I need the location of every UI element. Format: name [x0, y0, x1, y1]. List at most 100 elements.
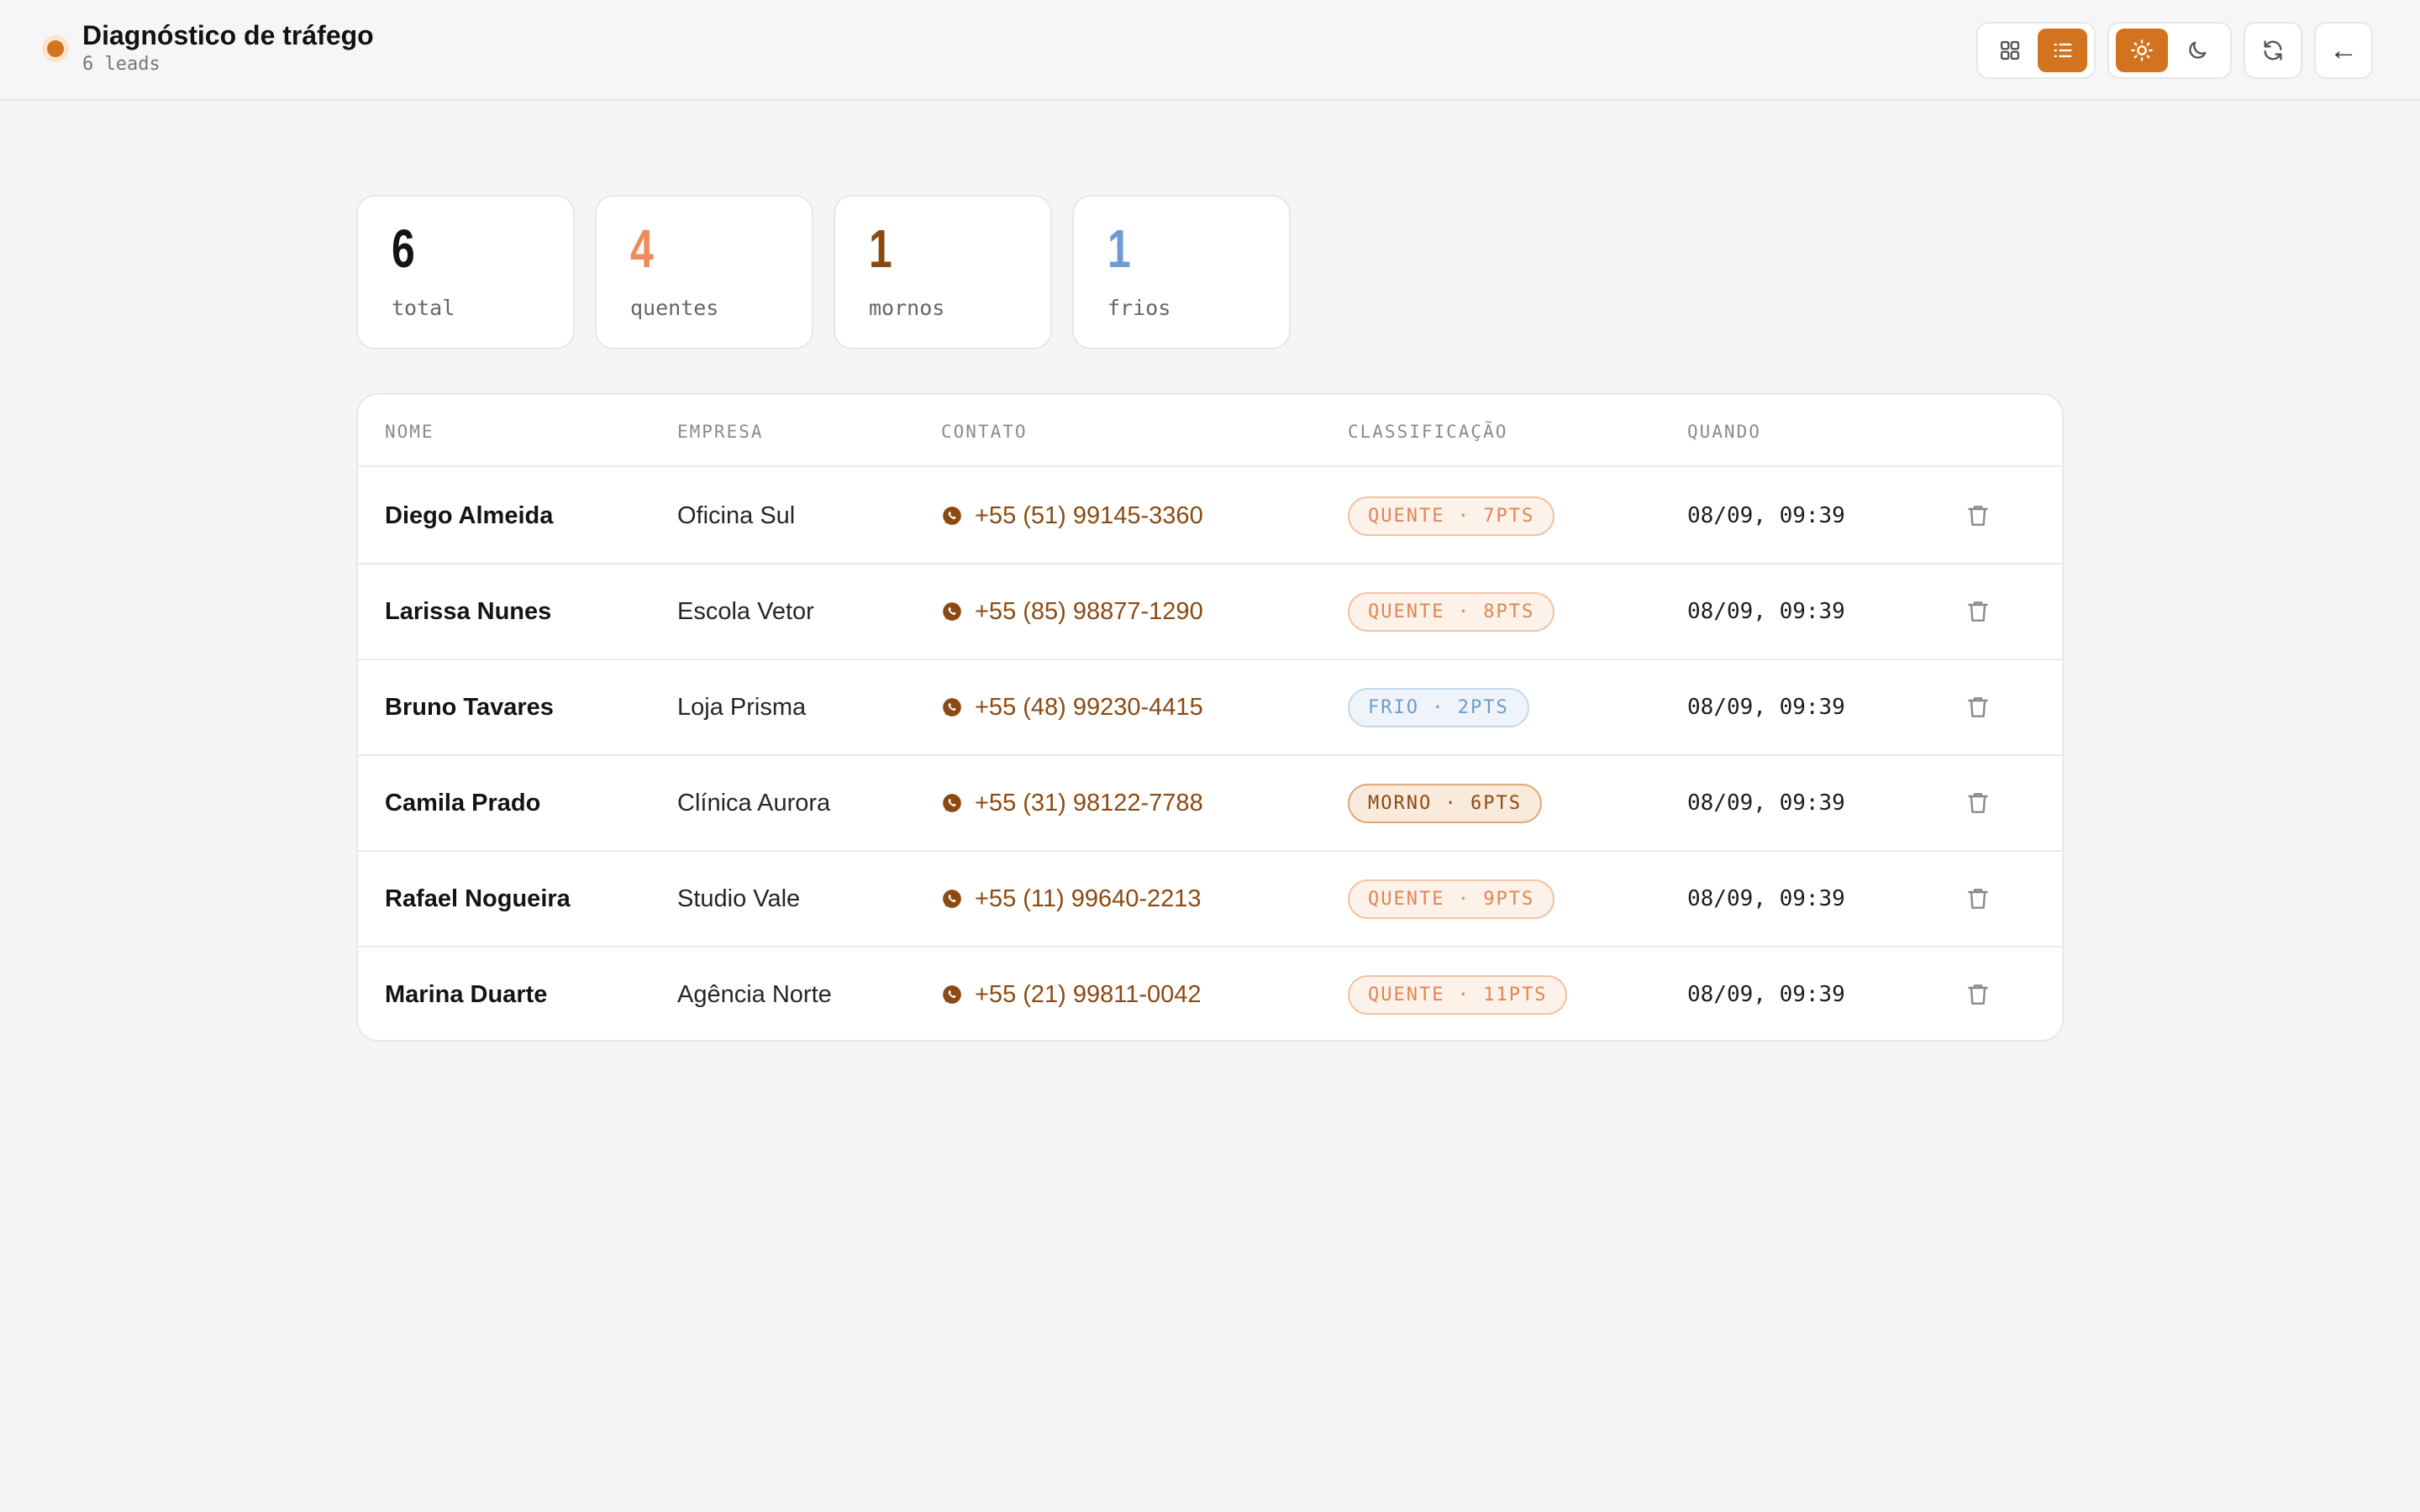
lead-phone: +55 (51) 99145-3360 [975, 501, 1203, 529]
classification-badge: MORNO · 6PTS [1348, 783, 1542, 823]
lead-phone: +55 (11) 99640-2213 [975, 885, 1202, 912]
view-toggle-group [1976, 22, 2096, 79]
whatsapp-icon [943, 507, 961, 525]
stat-card-frios: 1 frios [1072, 195, 1291, 349]
column-header-classificacao[interactable]: CLASSIFICAÇÃO [1348, 422, 1507, 442]
table-row[interactable]: Rafael Nogueira Studio Vale +55 (11) 996… [358, 852, 2062, 948]
stat-label: total [392, 296, 455, 320]
classification-cell: QUENTE · 8PTS [1348, 564, 1555, 659]
sun-icon [2131, 39, 2153, 61]
lead-phone: +55 (48) 99230-4415 [975, 693, 1203, 721]
column-header-contato[interactable]: CONTATO [941, 422, 1028, 442]
lead-contact-link[interactable]: +55 (21) 99811-0042 [941, 948, 1202, 1040]
delete-lead-button[interactable] [1965, 948, 1991, 1040]
trash-icon [1968, 506, 1988, 526]
lead-name: Bruno Tavares [385, 693, 554, 721]
lead-phone: +55 (85) 98877-1290 [975, 597, 1203, 625]
leads-table: NOME EMPRESA CONTATO CLASSIFICAÇÃO QUAND… [356, 393, 2064, 1042]
lead-contact-link[interactable]: +55 (51) 99145-3360 [941, 469, 1203, 563]
stat-card-quentes: 4 quentes [595, 195, 813, 349]
table-row[interactable]: Marina Duarte Agência Norte +55 (21) 998… [358, 948, 2062, 1040]
lead-phone: +55 (31) 98122-7788 [975, 789, 1203, 816]
lead-contact-link[interactable]: +55 (31) 98122-7788 [941, 756, 1203, 850]
whatsapp-icon [943, 985, 961, 1004]
trash-icon [1968, 889, 1988, 909]
top-bar: Diagnóstico de tráfego 6 leads ← [0, 0, 2420, 101]
classification-badge: FRIO · 2PTS [1348, 687, 1529, 727]
classification-cell: QUENTE · 9PTS [1348, 852, 1555, 946]
lead-timestamp: 08/09, 09:39 [1687, 886, 1845, 911]
lead-timestamp: 08/09, 09:39 [1687, 503, 1845, 528]
stat-label: mornos [869, 296, 945, 320]
lead-name: Camila Prado [385, 789, 541, 816]
classification-cell: QUENTE · 11PTS [1348, 948, 1568, 1040]
column-header-nome[interactable]: NOME [385, 422, 434, 442]
list-view-button[interactable] [2038, 29, 2087, 72]
whatsapp-icon [943, 602, 961, 621]
list-icon [2054, 43, 2071, 58]
moon-icon [2189, 41, 2207, 59]
delete-lead-button[interactable] [1965, 660, 1991, 754]
table-row[interactable]: Camila Prado Clínica Aurora +55 (31) 981… [358, 756, 2062, 852]
stat-label: frios [1107, 296, 1171, 320]
stat-value: 1 [869, 218, 892, 279]
refresh-button-inner [2246, 29, 2300, 72]
stat-value: 4 [630, 218, 654, 279]
lead-name: Rafael Nogueira [385, 885, 571, 912]
classification-badge: QUENTE · 7PTS [1348, 496, 1555, 536]
stat-card-total: 6 total [356, 195, 575, 349]
lead-timestamp: 08/09, 09:39 [1687, 982, 1845, 1007]
trash-icon [1968, 984, 1988, 1005]
dark-theme-button[interactable] [2171, 29, 2223, 72]
table-header: NOME EMPRESA CONTATO CLASSIFICAÇÃO QUAND… [358, 395, 2062, 467]
classification-cell: QUENTE · 7PTS [1348, 469, 1555, 563]
column-header-empresa[interactable]: EMPRESA [677, 422, 764, 442]
classification-badge: QUENTE · 11PTS [1348, 974, 1568, 1015]
stat-card-mornos: 1 mornos [834, 195, 1052, 349]
lead-contact-link[interactable]: +55 (11) 99640-2213 [941, 852, 1202, 946]
lead-company: Agência Norte [677, 980, 832, 1008]
refresh-icon [2264, 40, 2282, 60]
lead-company: Loja Prisma [677, 693, 807, 721]
grid-icon [2000, 40, 2019, 60]
lead-timestamp: 08/09, 09:39 [1687, 695, 1845, 720]
stat-value: 6 [392, 218, 415, 279]
grid-view-button[interactable] [1985, 29, 2034, 72]
lead-company: Studio Vale [677, 885, 801, 912]
back-button[interactable]: ← [2314, 22, 2373, 79]
stat-label: quentes [630, 296, 719, 320]
whatsapp-icon [943, 698, 961, 717]
lead-name: Larissa Nunes [385, 597, 552, 625]
classification-cell: FRIO · 2PTS [1348, 660, 1529, 754]
table-row[interactable]: Diego Almeida Oficina Sul +55 (51) 99145… [358, 469, 2062, 564]
table-row[interactable]: Larissa Nunes Escola Vetor +55 (85) 9887… [358, 564, 2062, 660]
light-theme-button[interactable] [2116, 29, 2168, 72]
table-row[interactable]: Bruno Tavares Loja Prisma +55 (48) 99230… [358, 660, 2062, 756]
page-title: Diagnóstico de tráfego [82, 20, 374, 50]
lead-company: Clínica Aurora [677, 789, 831, 816]
whatsapp-icon [943, 890, 961, 908]
classification-badge: QUENTE · 9PTS [1348, 879, 1555, 919]
lead-phone: +55 (21) 99811-0042 [975, 980, 1202, 1008]
theme-toggle-group [2107, 22, 2232, 79]
delete-lead-button[interactable] [1965, 756, 1991, 850]
delete-lead-button[interactable] [1965, 852, 1991, 946]
whatsapp-icon [943, 794, 961, 812]
arrow-left-icon: ← [2329, 34, 2358, 66]
lead-name: Marina Duarte [385, 980, 548, 1008]
status-dot-icon [47, 40, 64, 57]
lead-company: Oficina Sul [677, 501, 796, 529]
lead-company: Escola Vetor [677, 597, 814, 625]
classification-cell: MORNO · 6PTS [1348, 756, 1542, 850]
lead-timestamp: 08/09, 09:39 [1687, 790, 1845, 816]
delete-lead-button[interactable] [1965, 564, 1991, 659]
lead-contact-link[interactable]: +55 (85) 98877-1290 [941, 564, 1203, 659]
lead-contact-link[interactable]: +55 (48) 99230-4415 [941, 660, 1203, 754]
delete-lead-button[interactable] [1965, 469, 1991, 563]
refresh-button[interactable] [2244, 22, 2302, 79]
trash-icon [1968, 601, 1988, 622]
trash-icon [1968, 697, 1988, 717]
trash-icon [1968, 793, 1988, 813]
classification-badge: QUENTE · 8PTS [1348, 591, 1555, 632]
column-header-quando[interactable]: QUANDO [1687, 422, 1761, 442]
